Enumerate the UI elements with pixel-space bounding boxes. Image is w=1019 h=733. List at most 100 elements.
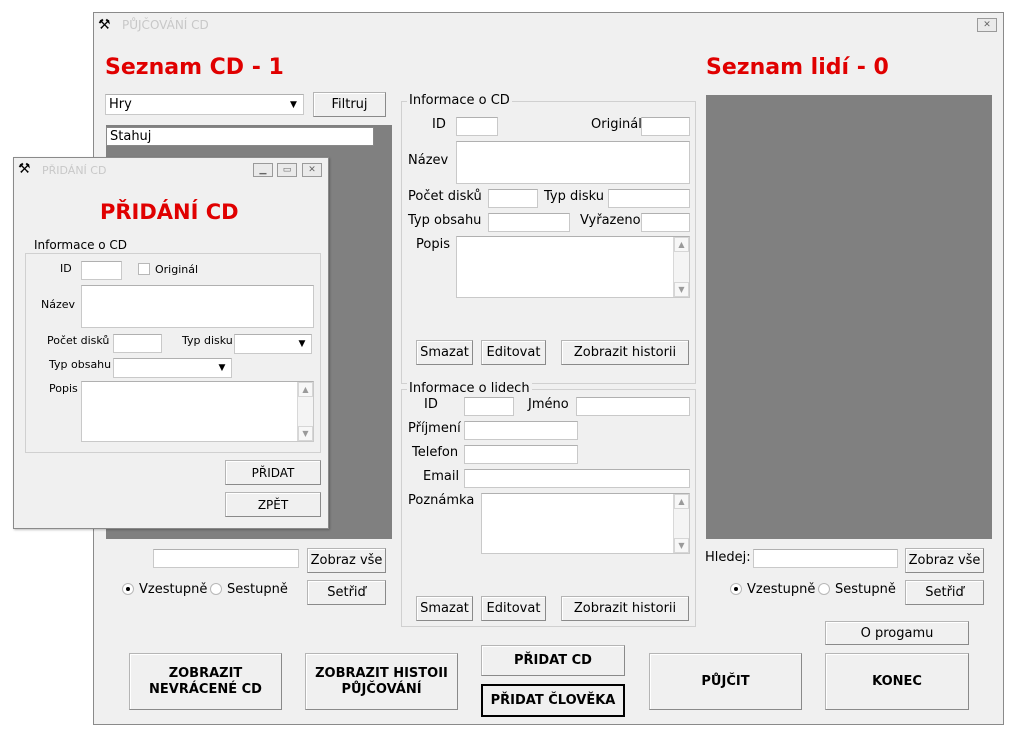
list-item[interactable]: Stahuj [106,127,374,146]
sort-asc-label: Vzestupně [139,582,208,597]
dialog-disk-type-select[interactable]: ▼ [234,334,312,354]
person-last-name-field[interactable] [464,421,578,440]
cd-content-type-label: Typ obsahu [408,213,482,228]
cd-name-field[interactable] [456,141,690,184]
people-show-all-button[interactable]: Zobraz vše [905,548,984,573]
cd-edit-button[interactable]: Editovat [481,340,546,365]
person-note-field[interactable]: ▲ ▼ [481,493,690,554]
dialog-title: PŘIDÁNÍ CD [42,164,107,177]
sort-desc-radio[interactable] [210,583,222,595]
person-id-label: ID [424,397,438,412]
sort-button[interactable]: Setřiď [307,580,386,605]
about-button[interactable]: O progamu [825,621,969,645]
filter-button[interactable]: Filtruj [313,92,386,117]
cd-history-button[interactable]: Zobrazit historii [561,340,689,365]
dialog-disk-count-field[interactable] [113,334,162,353]
cd-disk-type-field[interactable] [608,189,690,208]
cd-search-input[interactable] [153,549,299,568]
cd-discarded-field[interactable] [641,213,690,232]
lend-button[interactable]: PŮJČIT [649,653,802,710]
people-sort-asc-radio[interactable] [730,583,742,595]
scrollbar[interactable]: ▲ ▼ [673,237,689,297]
cd-disk-count-field[interactable] [488,189,538,208]
cd-id-label: ID [432,117,446,132]
sort-asc-radio[interactable] [122,583,134,595]
maximize-icon[interactable]: ▭ [277,163,297,177]
title-bar[interactable]: ⚒ PŮJČOVÁNÍ CD ✕ [94,13,1003,39]
show-history-line2: PŮJČOVÁNÍ [341,681,422,697]
dialog-original-label: Originál [155,263,199,276]
people-sort-button[interactable]: Setřiď [905,580,984,605]
dialog-title-bar[interactable]: ⚒ PŘIDÁNÍ CD ▁ ▭ ✕ [14,158,328,182]
person-phone-label: Telefon [412,445,459,460]
show-unreturned-button[interactable]: ZOBRAZIT NEVRÁCENÉ CD [129,653,282,710]
cd-content-type-field[interactable] [488,213,570,232]
person-email-field[interactable] [464,469,690,488]
dialog-id-label: ID [60,262,72,275]
person-email-label: Email [423,469,460,484]
chevron-down-icon: ▼ [218,363,226,373]
cd-name-label: Název [408,153,449,168]
people-list[interactable] [706,95,992,539]
scroll-down-icon[interactable]: ▼ [674,538,689,553]
cd-delete-button[interactable]: Smazat [416,340,473,365]
cd-description-label: Popis [416,237,450,252]
scroll-up-icon[interactable]: ▲ [674,237,689,252]
scrollbar[interactable]: ▲ ▼ [297,382,313,441]
people-sort-asc-label: Vzestupně [747,582,816,597]
close-icon[interactable]: ✕ [977,18,997,32]
close-icon[interactable]: ✕ [302,163,322,177]
cd-disk-count-label: Počet disků [408,189,482,204]
person-note-label: Poznámka [408,493,475,508]
people-search-input[interactable] [753,549,898,568]
dialog-content-type-select[interactable]: ▼ [113,358,232,378]
person-first-name-field[interactable] [576,397,690,416]
category-select-value: Hry [109,97,132,112]
people-sort-desc-label: Sestupně [835,582,896,597]
scroll-down-icon[interactable]: ▼ [674,282,689,297]
cd-id-field[interactable] [456,117,498,136]
cd-original-field[interactable] [641,117,690,136]
show-unreturned-line2: NEVRÁCENÉ CD [149,681,262,697]
people-list-heading: Seznam lidí - 0 [706,55,889,80]
person-id-field[interactable] [464,397,514,416]
add-cd-button[interactable]: PŘIDAT CD [481,645,625,676]
cd-description-field[interactable]: ▲ ▼ [456,236,690,298]
scrollbar[interactable]: ▲ ▼ [673,494,689,553]
dialog-id-field[interactable] [81,261,122,280]
scroll-down-icon[interactable]: ▼ [298,426,313,441]
person-edit-button[interactable]: Editovat [481,596,546,621]
scroll-up-icon[interactable]: ▲ [674,494,689,509]
quit-button[interactable]: KONEC [825,653,969,710]
dialog-disk-type-label: Typ disku [182,334,233,347]
person-delete-button[interactable]: Smazat [416,596,473,621]
dialog-name-field[interactable] [81,285,314,328]
person-phone-field[interactable] [464,445,578,464]
dialog-description-label: Popis [49,382,78,395]
dialog-add-button[interactable]: PŘIDAT [225,460,321,485]
people-search-label: Hledej: [705,550,751,565]
app-tools-icon: ⚒ [98,17,111,33]
minimize-icon[interactable]: ▁ [253,163,273,177]
add-person-button[interactable]: PŘIDAT ČLOVĚKA [481,684,625,717]
chevron-down-icon: ▼ [298,339,306,349]
dialog-description-field[interactable]: ▲ ▼ [81,381,314,442]
category-select[interactable]: Hry ▼ [105,94,304,115]
people-sort-desc-radio[interactable] [818,583,830,595]
sort-desc-label: Sestupně [227,582,288,597]
show-history-button[interactable]: ZOBRAZIT HISTOII PŮJČOVÁNÍ [305,653,458,710]
show-history-line1: ZOBRAZIT HISTOII [315,665,448,681]
cd-list-heading: Seznam CD - 1 [105,55,284,80]
dialog-back-button[interactable]: ZPĚT [225,492,321,517]
show-all-button[interactable]: Zobraz vše [307,548,386,573]
show-unreturned-line1: ZOBRAZIT [168,665,243,681]
add-cd-dialog: ⚒ PŘIDÁNÍ CD ▁ ▭ ✕ PŘIDÁNÍ CD Informace … [13,157,329,529]
scroll-up-icon[interactable]: ▲ [298,382,313,397]
dialog-content-type-label: Typ obsahu [49,358,112,371]
window-title: PŮJČOVÁNÍ CD [122,18,209,32]
cd-info-legend: Informace o CD [407,93,512,108]
person-history-button[interactable]: Zobrazit historii [561,596,689,621]
cd-disk-type-label: Typ disku [544,189,604,204]
chevron-down-icon: ▼ [290,99,297,110]
dialog-original-checkbox[interactable] [138,263,150,275]
